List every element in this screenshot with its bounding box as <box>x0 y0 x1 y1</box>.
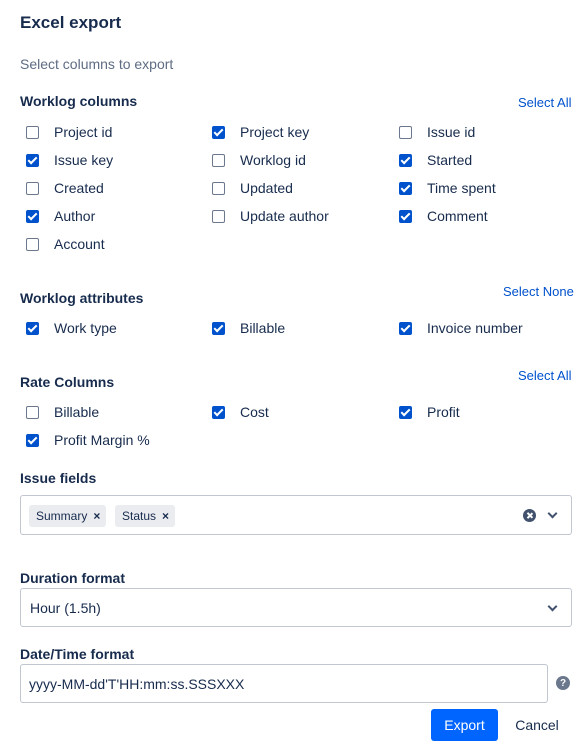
checkbox-box[interactable] <box>212 125 225 139</box>
checkbox-box[interactable] <box>26 321 39 335</box>
duration-format-value: Hour (1.5h) <box>30 600 101 616</box>
worklog-attributes-select-none[interactable]: Select None <box>503 284 574 299</box>
checkbox-author[interactable]: Author <box>26 206 95 226</box>
checkbox-box[interactable] <box>26 433 39 447</box>
checkbox-label: Billable <box>240 320 286 336</box>
checkbox-label: Worklog id <box>240 152 306 168</box>
rate-columns-select-all[interactable]: Select All <box>518 368 571 383</box>
chip-summary: Summary × <box>29 505 107 527</box>
checkbox-label: Author <box>54 208 96 224</box>
checkbox-started[interactable]: Started <box>399 150 472 170</box>
duration-format-select[interactable]: Hour (1.5h) <box>20 588 572 627</box>
checkbox-created[interactable]: Created <box>26 178 104 198</box>
checkbox-box[interactable] <box>399 321 412 335</box>
checkbox-issue-id[interactable]: Issue id <box>399 122 475 142</box>
issue-fields-label: Issue fields <box>20 470 97 486</box>
checkbox-label: Time spent <box>427 180 496 196</box>
cancel-button[interactable]: Cancel <box>506 709 568 741</box>
chip-status: Status × <box>115 505 176 527</box>
checkbox-label: Profit <box>427 404 460 420</box>
worklog-attributes-heading: Worklog attributes <box>20 290 144 306</box>
clear-all-icon[interactable] <box>523 509 536 522</box>
checkbox-label: Comment <box>427 208 488 224</box>
chip-remove-icon[interactable]: × <box>93 509 100 523</box>
checkbox-updated[interactable]: Updated <box>212 178 293 198</box>
checkbox-work-type[interactable]: Work type <box>26 318 117 338</box>
checkbox-label: Profit Margin % <box>54 432 150 448</box>
checkbox-project-key[interactable]: Project key <box>212 122 309 142</box>
datetime-format-input[interactable]: yyyy-MM-dd'T'HH:mm:ss.SSSXXX <box>20 664 548 703</box>
issue-fields-multiselect[interactable]: Summary × Status × <box>20 495 572 535</box>
checkbox-profit-margin[interactable]: Profit Margin % <box>26 430 150 450</box>
checkbox-label: Work type <box>54 320 117 336</box>
checkbox-billable-attribute[interactable]: Billable <box>212 318 285 338</box>
checkbox-box[interactable] <box>399 125 412 139</box>
dialog-title: Excel export <box>20 13 122 32</box>
chevron-down-icon[interactable] <box>547 601 558 612</box>
checkbox-label: Cost <box>240 404 269 420</box>
checkbox-box[interactable] <box>26 237 39 251</box>
checkbox-box[interactable] <box>26 405 39 419</box>
checkbox-label: Created <box>54 180 104 196</box>
help-icon[interactable]: ? <box>556 676 570 690</box>
checkbox-invoice-number[interactable]: Invoice number <box>399 318 523 338</box>
rate-columns-heading: Rate Columns <box>20 374 115 390</box>
worklog-columns-heading: Worklog columns <box>20 93 138 109</box>
checkbox-box[interactable] <box>26 209 39 223</box>
checkbox-label: Invoice number <box>427 320 523 336</box>
export-button[interactable]: Export <box>431 709 498 741</box>
checkbox-label: Issue id <box>427 124 476 140</box>
checkbox-box[interactable] <box>212 181 225 195</box>
checkbox-box[interactable] <box>399 405 412 419</box>
checkbox-label: Billable <box>54 404 100 420</box>
checkbox-box[interactable] <box>399 153 412 167</box>
checkbox-worklog-id[interactable]: Worklog id <box>212 150 306 170</box>
datetime-format-value: yyyy-MM-dd'T'HH:mm:ss.SSSXXX <box>29 676 245 692</box>
checkbox-billable-rate[interactable]: Billable <box>26 402 99 422</box>
checkbox-box[interactable] <box>212 405 225 419</box>
checkbox-cost[interactable]: Cost <box>212 402 269 422</box>
checkbox-box[interactable] <box>399 209 412 223</box>
checkbox-box[interactable] <box>26 181 39 195</box>
checkbox-comment[interactable]: Comment <box>399 206 488 226</box>
checkbox-box[interactable] <box>399 181 412 195</box>
checkbox-label: Issue key <box>54 152 114 168</box>
checkbox-box[interactable] <box>212 153 225 167</box>
checkbox-project-id[interactable]: Project id <box>26 122 112 142</box>
checkbox-issue-key[interactable]: Issue key <box>26 150 113 170</box>
chevron-down-icon[interactable] <box>547 508 558 519</box>
checkbox-box[interactable] <box>26 125 39 139</box>
duration-format-label: Duration format <box>20 570 125 586</box>
datetime-format-label: Date/Time format <box>20 646 135 662</box>
checkbox-box[interactable] <box>26 153 39 167</box>
chip-label: Summary <box>36 509 88 523</box>
checkbox-account[interactable]: Account <box>26 234 105 254</box>
checkbox-label: Started <box>427 152 473 168</box>
chip-remove-icon[interactable]: × <box>162 509 169 523</box>
checkbox-time-spent[interactable]: Time spent <box>399 178 496 198</box>
checkbox-update-author[interactable]: Update author <box>212 206 329 226</box>
dialog-subtitle: Select columns to export <box>20 56 174 72</box>
worklog-columns-select-all[interactable]: Select All <box>518 95 571 110</box>
checkbox-profit[interactable]: Profit <box>399 402 460 422</box>
checkbox-box[interactable] <box>212 209 225 223</box>
chip-label: Status <box>122 509 157 523</box>
checkbox-label: Account <box>54 236 105 252</box>
checkbox-label: Updated <box>240 180 293 196</box>
checkbox-box[interactable] <box>212 321 225 335</box>
checkbox-label: Update author <box>240 208 329 224</box>
checkbox-label: Project id <box>54 124 113 140</box>
checkbox-label: Project key <box>240 124 310 140</box>
